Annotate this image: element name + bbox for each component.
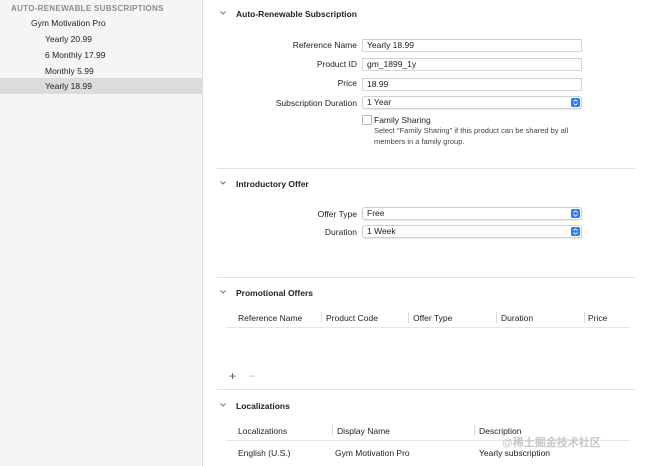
column-header-reference-name[interactable]: Reference Name — [238, 313, 302, 323]
reference-name-label: Reference Name — [292, 40, 357, 50]
section-title-promo: Promotional Offers — [236, 288, 313, 298]
section-title-subscription: Auto-Renewable Subscription — [236, 9, 357, 19]
product-id-label: Product ID — [316, 59, 357, 69]
sidebar-group-gym-motivation-pro[interactable]: Gym Motivation Pro — [31, 18, 106, 28]
column-header-price[interactable]: Price — [588, 313, 607, 323]
reference-name-field[interactable]: Yearly 18.99 — [362, 39, 582, 52]
divider — [217, 277, 635, 278]
product-id-field[interactable]: gm_1899_1y — [362, 58, 582, 71]
price-label: Price — [337, 78, 357, 88]
intro-duration-label: Duration — [324, 227, 357, 237]
chevron-down-icon[interactable] — [219, 288, 227, 296]
divider — [217, 168, 635, 169]
sidebar-item-monthly-5-99[interactable]: Monthly 5.99 — [0, 63, 203, 79]
subscription-duration-label: Subscription Duration — [275, 98, 357, 108]
sidebar-item-yearly-18-99[interactable]: Yearly 18.99 — [0, 78, 203, 94]
family-sharing-checkbox[interactable] — [362, 115, 372, 125]
watermark: @稀土掘金技术社区 — [502, 437, 601, 449]
offer-type-value: Free — [367, 208, 385, 218]
price-field[interactable]: 18.99 — [362, 78, 582, 91]
column-separator — [332, 425, 333, 436]
offer-type-label: Offer Type — [317, 209, 357, 219]
table-header-divider — [226, 327, 630, 328]
offer-type-popup[interactable]: Free — [362, 207, 582, 220]
sidebar-item-6-monthly-17-99[interactable]: 6 Monthly 17.99 — [0, 47, 203, 63]
column-separator — [474, 425, 475, 436]
subscription-duration-value: 1 Year — [367, 97, 392, 107]
add-offer-button[interactable]: + — [229, 369, 236, 383]
family-sharing-help: Select "Family Sharing" if this product … — [374, 126, 569, 146]
column-header-duration[interactable]: Duration — [501, 313, 533, 323]
chevron-down-icon[interactable] — [219, 179, 227, 187]
column-separator — [496, 312, 497, 323]
intro-duration-value: 1 Week — [367, 226, 396, 236]
chevron-down-icon[interactable] — [219, 401, 227, 409]
stepper-arrows-icon — [571, 227, 580, 236]
family-sharing-label[interactable]: Family Sharing — [374, 115, 431, 125]
cell-locale: English (U.S.) — [238, 448, 291, 458]
stepper-arrows-icon — [571, 209, 580, 218]
column-header-product-code[interactable]: Product Code — [326, 313, 378, 323]
chevron-down-icon[interactable] — [219, 9, 227, 17]
intro-duration-popup[interactable]: 1 Week — [362, 225, 582, 238]
column-separator — [321, 312, 322, 323]
sidebar-item-yearly-20-99[interactable]: Yearly 20.99 — [0, 31, 203, 47]
column-header-localizations[interactable]: Localizations — [238, 426, 287, 436]
section-title-intro-offer: Introductory Offer — [236, 179, 309, 189]
subscription-duration-popup[interactable]: 1 Year — [362, 96, 582, 109]
stepper-arrows-icon — [571, 98, 580, 107]
sidebar: AUTO-RENEWABLE SUBSCRIPTIONS Gym Motivat… — [0, 0, 203, 466]
column-separator — [408, 312, 409, 323]
remove-offer-button[interactable]: − — [248, 369, 255, 383]
section-title-localizations: Localizations — [236, 401, 290, 411]
cell-display-name: Gym Motivation Pro — [335, 448, 410, 458]
divider — [217, 389, 635, 390]
column-header-display-name[interactable]: Display Name — [337, 426, 390, 436]
sidebar-header: AUTO-RENEWABLE SUBSCRIPTIONS — [11, 4, 164, 13]
column-header-offer-type[interactable]: Offer Type — [413, 313, 452, 323]
column-separator — [584, 312, 585, 323]
